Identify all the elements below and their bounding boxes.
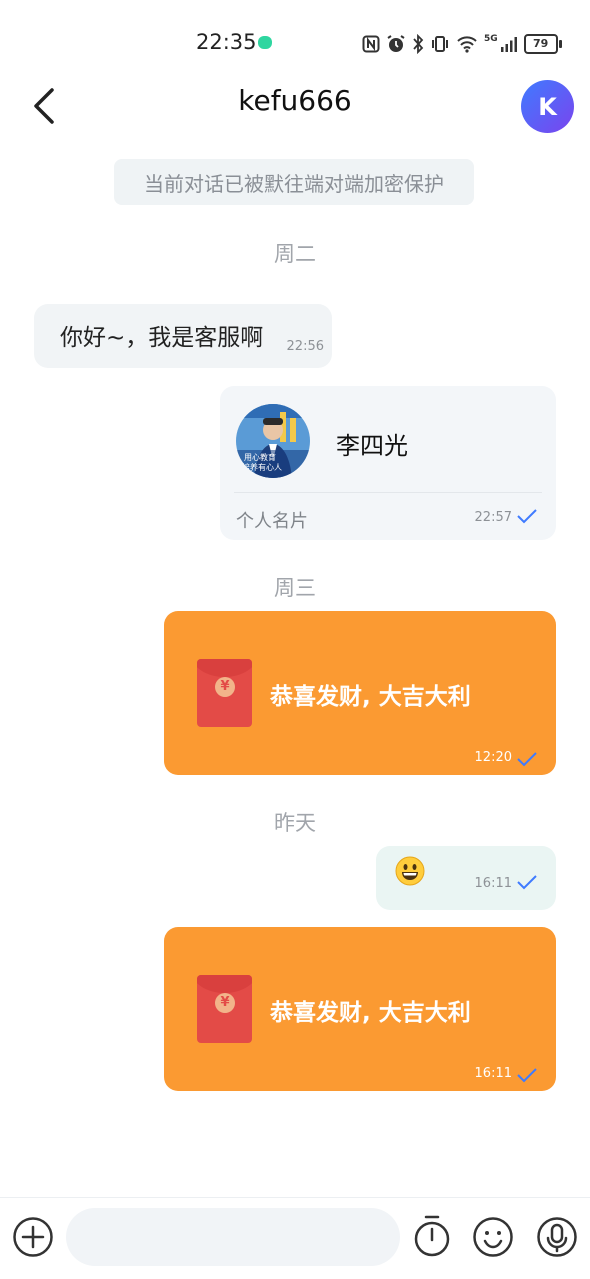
status-icons: 5G 79: [362, 33, 562, 55]
date-separator: 昨天: [274, 811, 316, 835]
contact-card-name: 李四光: [336, 432, 408, 460]
status-time: 22:35: [196, 30, 257, 54]
message-input[interactable]: [66, 1208, 400, 1266]
red-packet-title: 恭喜发财, 大吉大利: [270, 684, 471, 710]
message-time: 22:57: [474, 510, 512, 525]
red-envelope-icon: ¥: [197, 975, 252, 1043]
input-bar: [0, 1197, 590, 1279]
timer-button[interactable]: [410, 1213, 454, 1259]
check-icon: [517, 1068, 537, 1083]
contact-avatar[interactable]: K: [521, 80, 574, 133]
chat-title: kefu666: [238, 84, 352, 117]
alarm-icon: [387, 35, 405, 52]
check-icon: [517, 752, 537, 767]
incoming-message[interactable]: 你好~，我是客服啊 22:56: [34, 304, 332, 368]
nfc-icon: [362, 35, 380, 53]
message-time: 12:20: [474, 750, 512, 765]
battery-icon: 79: [523, 34, 562, 54]
signal-icon: [500, 37, 517, 52]
red-packet-message[interactable]: ¥ 恭喜发财, 大吉大利 16:11: [164, 927, 556, 1091]
date-separator: 周二: [274, 242, 316, 266]
grinning-face-icon: [395, 856, 425, 886]
message-text: 你好~，我是客服啊: [60, 325, 264, 351]
timer-icon: [414, 1215, 450, 1257]
date-separator: 周三: [274, 576, 316, 600]
red-packet-title: 恭喜发财, 大吉大利: [270, 1000, 471, 1026]
contact-card-label: 个人名片: [236, 511, 308, 532]
plus-circle-icon: [13, 1217, 53, 1257]
wifi-icon: [457, 36, 477, 53]
vibrate-icon: [432, 36, 448, 52]
photo-caption-1: 用心教育: [244, 452, 276, 462]
message-time: 16:11: [474, 1066, 512, 1081]
emoji-message[interactable]: 16:11: [376, 846, 556, 910]
app-notification-icon: [258, 36, 272, 49]
encryption-notice: 当前对话已被默往端对端加密保护: [114, 159, 474, 205]
microphone-icon: [537, 1217, 577, 1257]
voice-button[interactable]: [535, 1215, 579, 1259]
emoji-button[interactable]: [471, 1215, 515, 1259]
red-packet-message[interactable]: ¥ 恭喜发财, 大吉大利 12:20: [164, 611, 556, 775]
contact-card-message[interactable]: 用心教育 培养有心人 李四光 个人名片 22:57: [220, 386, 556, 540]
divider: [234, 492, 542, 493]
red-envelope-icon: ¥: [197, 659, 252, 727]
contact-card-photo: 用心教育 培养有心人: [236, 404, 310, 478]
message-time: 22:56: [286, 339, 324, 354]
smiley-icon: [473, 1217, 513, 1257]
bluetooth-icon: [413, 34, 424, 54]
check-icon: [517, 509, 537, 524]
network-type: 5G: [484, 34, 498, 44]
message-time: 16:11: [474, 876, 512, 891]
add-button[interactable]: [11, 1215, 55, 1259]
check-icon: [517, 875, 537, 890]
photo-caption-2: 培养有心人: [242, 462, 282, 472]
